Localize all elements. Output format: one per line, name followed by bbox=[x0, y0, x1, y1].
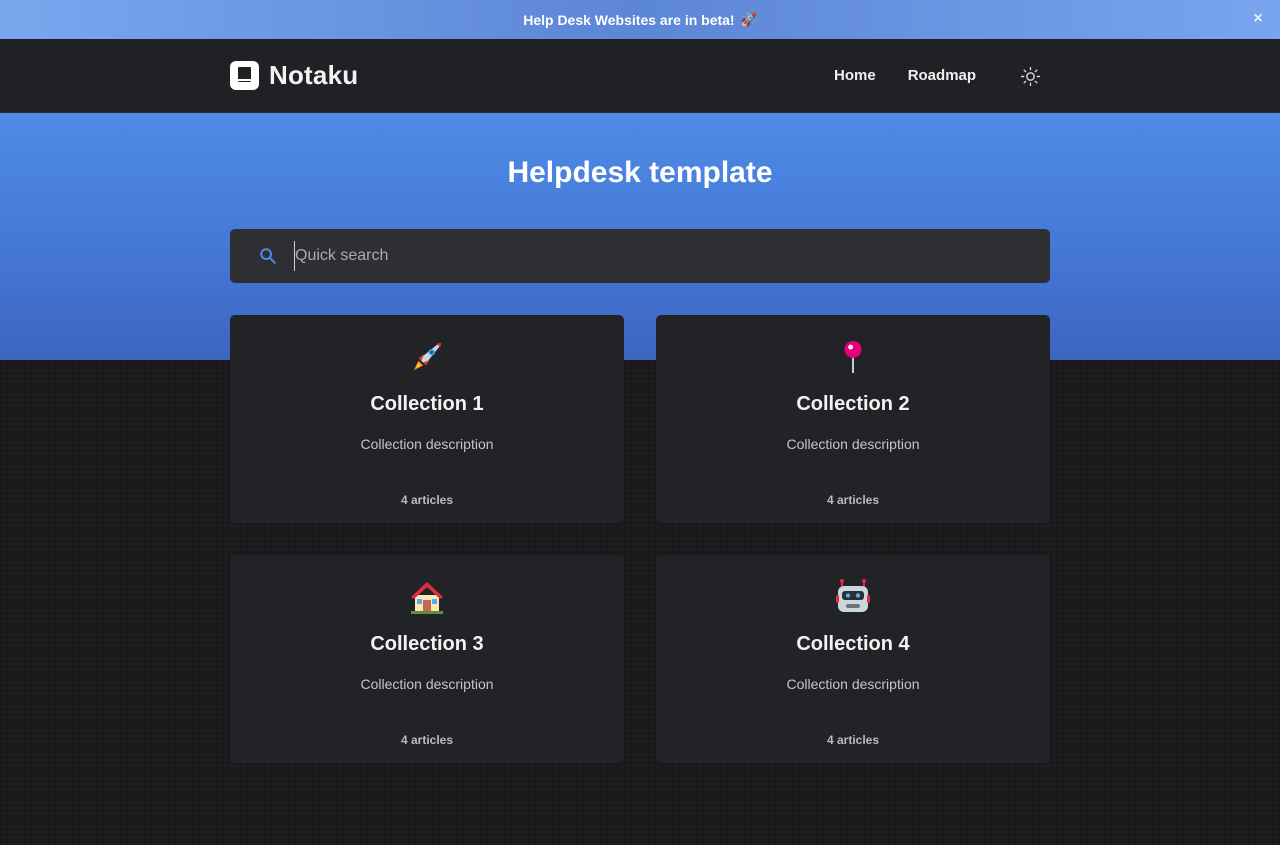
search-icon bbox=[260, 248, 276, 264]
collection-card[interactable]: Collection 4 Collection description 4 ar… bbox=[656, 555, 1050, 763]
collection-title: Collection 1 bbox=[370, 393, 484, 415]
sun-icon[interactable] bbox=[1020, 66, 1041, 87]
close-icon[interactable]: × bbox=[1250, 11, 1266, 27]
collection-title: Collection 2 bbox=[796, 393, 910, 415]
collection-description: Collection description bbox=[786, 676, 920, 692]
search-input[interactable] bbox=[294, 241, 1034, 271]
rocket-icon bbox=[230, 337, 624, 377]
nav-roadmap-link[interactable]: Roadmap bbox=[908, 67, 976, 84]
book-icon bbox=[230, 61, 259, 90]
collection-card[interactable]: Collection 3 Collection description 4 ar… bbox=[230, 555, 624, 763]
collection-description: Collection description bbox=[786, 436, 920, 452]
main-nav: Home Roadmap bbox=[834, 67, 976, 84]
article-count: 4 articles bbox=[826, 493, 880, 507]
logo[interactable]: Notaku bbox=[230, 60, 358, 91]
collection-title: Collection 3 bbox=[370, 633, 484, 655]
banner-text: Help Desk Websites are in beta! bbox=[523, 11, 735, 28]
collection-card[interactable]: Collection 1 Collection description 4 ar… bbox=[230, 315, 624, 523]
beta-banner: Help Desk Websites are in beta! 🚀 × bbox=[0, 0, 1280, 39]
collection-description: Collection description bbox=[360, 676, 494, 692]
logo-text: Notaku bbox=[269, 60, 359, 90]
robot-icon bbox=[656, 577, 1050, 617]
page-title: Helpdesk template bbox=[507, 156, 773, 189]
quick-search[interactable] bbox=[230, 229, 1050, 283]
article-count: 4 articles bbox=[400, 733, 454, 747]
collection-description: Collection description bbox=[360, 436, 494, 452]
collection-card[interactable]: Collection 2 Collection description 4 ar… bbox=[656, 315, 1050, 523]
rocket-icon: 🚀 bbox=[740, 11, 757, 27]
collection-title: Collection 4 bbox=[796, 633, 910, 655]
article-count: 4 articles bbox=[826, 733, 880, 747]
article-count: 4 articles bbox=[400, 493, 454, 507]
house-icon bbox=[230, 577, 624, 617]
nav-home-link[interactable]: Home bbox=[834, 67, 876, 84]
site-header: Notaku Home Roadmap bbox=[0, 39, 1280, 113]
pushpin-icon bbox=[656, 337, 1050, 377]
